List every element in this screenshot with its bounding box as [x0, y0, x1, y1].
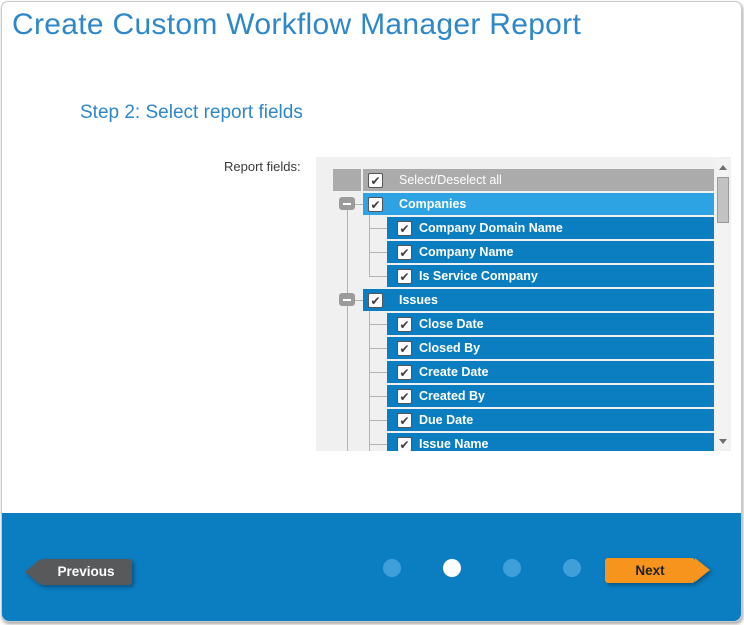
checkbox-is-service-company[interactable]: ✔ — [397, 269, 412, 284]
tree-row-cell[interactable]: ✔ Company Name — [387, 241, 714, 263]
tree-row-label: Issue Name — [419, 437, 488, 451]
scrollbar[interactable] — [716, 159, 730, 449]
checkbox-companies[interactable]: ✔ — [368, 197, 383, 212]
tree-row-label: Is Service Company — [419, 269, 538, 283]
scrollbar-down-button[interactable] — [716, 435, 730, 447]
tree-header-label: Select/Deselect all — [399, 173, 502, 187]
step-dot-3[interactable] — [503, 559, 521, 577]
tree-row-company-domain-name[interactable]: ✔ Company Domain Name — [333, 217, 714, 239]
tree-header-row[interactable]: ✔ Select/Deselect all — [333, 169, 714, 191]
tree-row-label: Issues — [399, 293, 438, 307]
next-button-label: Next — [635, 563, 664, 578]
tree-row-cell[interactable]: ✔ Create Date — [387, 361, 714, 383]
step-heading: Step 2: Select report fields — [80, 102, 303, 124]
checkbox-issues[interactable]: ✔ — [368, 293, 383, 308]
previous-button-label: Previous — [57, 564, 114, 579]
tree-row-label: Create Date — [419, 365, 488, 379]
step-dot-1[interactable] — [383, 559, 401, 577]
tree-row-label: Closed By — [419, 341, 480, 355]
tree-row-issues[interactable]: ✔ Issues — [333, 289, 714, 311]
checkbox-create-date[interactable]: ✔ — [397, 365, 412, 380]
tree-row-cell[interactable]: ✔ Is Service Company — [387, 265, 714, 287]
previous-button[interactable]: Previous — [40, 559, 132, 585]
tree-row-closed-by[interactable]: ✔ Closed By — [333, 337, 714, 359]
checkbox-issue-name[interactable]: ✔ — [397, 437, 412, 452]
report-fields-listbox: ✔ Select/Deselect all ✔ Companies ✔ Company D… — [316, 157, 731, 451]
tree-row-company-name[interactable]: ✔ Company Name — [333, 241, 714, 263]
tree-row-cell[interactable]: ✔ Created By — [387, 385, 714, 407]
page-title: Create Custom Workflow Manager Report — [12, 8, 581, 42]
tree-header-cell[interactable]: ✔ Select/Deselect all — [363, 169, 714, 191]
checkbox-created-by[interactable]: ✔ — [397, 389, 412, 404]
checkbox-company-name[interactable]: ✔ — [397, 245, 412, 260]
step-dot-2[interactable] — [443, 559, 461, 577]
tree-row-cell[interactable]: ✔ Due Date — [387, 409, 714, 431]
tree-header-corner-cell — [333, 169, 361, 191]
tree-row-label: Created By — [419, 389, 485, 403]
checkbox-due-date[interactable]: ✔ — [397, 413, 412, 428]
tree-row-due-date[interactable]: ✔ Due Date — [333, 409, 714, 431]
tree-row-label: Due Date — [419, 413, 473, 427]
tree-row-is-service-company[interactable]: ✔ Is Service Company — [333, 265, 714, 287]
scrollbar-thumb[interactable] — [717, 177, 729, 223]
checkbox-company-domain-name[interactable]: ✔ — [397, 221, 412, 236]
tree-row-close-date[interactable]: ✔ Close Date — [333, 313, 714, 335]
select-all-checkbox[interactable]: ✔ — [368, 173, 383, 188]
tree-row-label: Company Name — [419, 245, 513, 259]
tree-row-cell[interactable]: ✔ Close Date — [387, 313, 714, 335]
checkbox-close-date[interactable]: ✔ — [397, 317, 412, 332]
tree-row-create-date[interactable]: ✔ Create Date — [333, 361, 714, 383]
tree-row-cell[interactable]: ✔ Closed By — [387, 337, 714, 359]
triangle-down-icon — [719, 439, 727, 444]
next-button[interactable]: Next — [605, 558, 695, 583]
tree-row-cell[interactable]: ✔ Issues — [363, 289, 714, 311]
triangle-up-icon — [719, 165, 727, 170]
arrow-left-icon — [25, 559, 40, 585]
tree-row-issue-name[interactable]: ✔ Issue Name — [333, 433, 714, 451]
wizard-window: Create Custom Workflow Manager Report St… — [1, 1, 742, 622]
tree-row-cell[interactable]: ✔ Company Domain Name — [387, 217, 714, 239]
tree-row-label: Close Date — [419, 317, 484, 331]
step-indicator — [383, 559, 581, 577]
step-dot-4[interactable] — [563, 559, 581, 577]
arrow-right-icon — [695, 558, 710, 582]
tree-row-label: Company Domain Name — [419, 221, 563, 235]
scrollbar-up-button[interactable] — [716, 161, 730, 173]
tree-row-created-by[interactable]: ✔ Created By — [333, 385, 714, 407]
tree-row-cell[interactable]: ✔ Issue Name — [387, 433, 714, 451]
tree-row-label: Companies — [399, 197, 466, 211]
report-fields-tree: ✔ Select/Deselect all ✔ Companies ✔ Company D… — [333, 169, 714, 451]
tree-row-companies[interactable]: ✔ Companies — [333, 193, 714, 215]
checkbox-closed-by[interactable]: ✔ — [397, 341, 412, 356]
report-fields-label: Report fields: — [224, 159, 301, 174]
tree-row-cell[interactable]: ✔ Companies — [363, 193, 714, 215]
wizard-footer: Previous Next — [2, 513, 741, 621]
